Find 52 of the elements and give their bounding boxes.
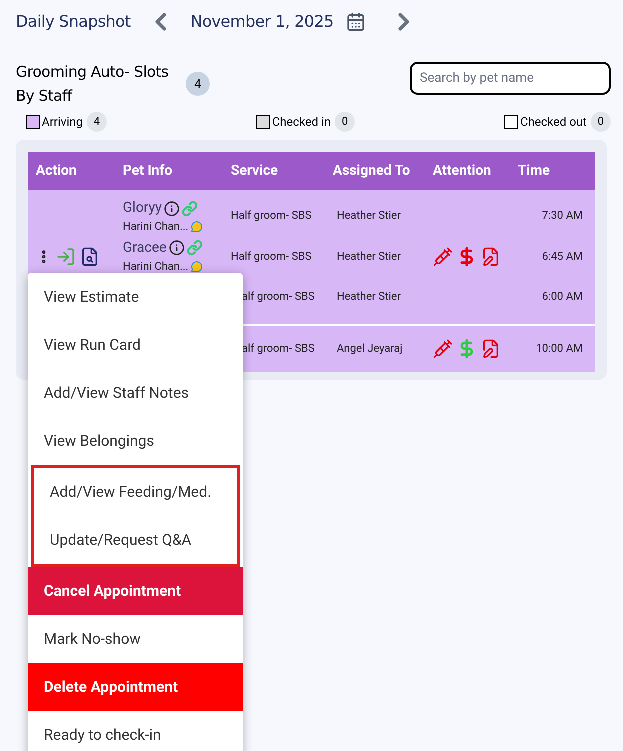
syringe-icon[interactable] bbox=[433, 247, 453, 267]
notes-icon[interactable] bbox=[481, 339, 501, 359]
chat-icon[interactable] bbox=[190, 221, 203, 234]
time-text: 7:30 AM bbox=[542, 208, 583, 224]
column-header: Service bbox=[230, 162, 280, 180]
time-text: 6:45 AM bbox=[542, 248, 583, 265]
column-header: Action bbox=[35, 162, 78, 180]
column-header: Pet Info bbox=[122, 162, 174, 180]
legend-label: Checked in bbox=[272, 114, 332, 131]
legend-count: 0 bbox=[590, 112, 611, 132]
legend-count: 0 bbox=[335, 112, 356, 132]
time-text: 10:00 AM bbox=[536, 340, 583, 357]
legend-count: 4 bbox=[86, 112, 107, 132]
notes-icon[interactable] bbox=[481, 247, 501, 267]
owner-name: Harini Chan... bbox=[123, 219, 189, 235]
menu-item[interactable]: View Estimate bbox=[28, 273, 243, 321]
page-title: Daily Snapshot bbox=[16, 11, 131, 33]
menu-item[interactable]: View Belongings bbox=[28, 417, 243, 465]
date-label: November 1, 2025 bbox=[190, 11, 334, 33]
staff-name: Heather Stier bbox=[337, 289, 402, 306]
chat-icon[interactable] bbox=[190, 260, 203, 273]
staff-name: Heather Stier bbox=[337, 208, 402, 224]
service-text: alf groom- SBS bbox=[241, 340, 316, 357]
staff-name: Angel Jeyaraj bbox=[337, 340, 404, 357]
staff-name: Heather Stier bbox=[337, 248, 402, 265]
column-header: Time bbox=[517, 162, 552, 180]
calendar-icon[interactable] bbox=[346, 12, 366, 32]
legend-label: Arriving bbox=[42, 114, 83, 131]
menu-item[interactable]: Ready to check-in bbox=[28, 711, 243, 751]
column-header: Assigned To bbox=[332, 162, 412, 180]
menu-item[interactable]: View Run Card bbox=[28, 321, 243, 369]
section-title: Grooming Auto- Slots By Staff bbox=[16, 62, 170, 107]
column-header: Attention bbox=[432, 162, 492, 180]
time-text: 6:00 AM bbox=[542, 289, 583, 306]
syringe-icon[interactable] bbox=[433, 339, 453, 359]
count-badge: 4 bbox=[186, 72, 210, 96]
menu-item[interactable]: Add/View Staff Notes bbox=[28, 369, 243, 417]
owner-name: Harini Chan... bbox=[123, 258, 189, 274]
check-in-icon[interactable] bbox=[56, 247, 76, 267]
service-text: Half groom- SBS bbox=[231, 248, 313, 265]
pet-name[interactable]: Gracee bbox=[123, 238, 167, 258]
info-icon[interactable] bbox=[168, 240, 185, 256]
menu-item[interactable]: Delete Appointment bbox=[28, 663, 243, 711]
info-icon[interactable] bbox=[164, 200, 180, 216]
search-field[interactable]: Search by pet name bbox=[410, 62, 611, 95]
menu-item[interactable]: Cancel Appointment bbox=[28, 567, 243, 615]
pet-name[interactable]: Gloryy bbox=[123, 198, 162, 219]
service-text: Half groom- SBS bbox=[231, 208, 313, 224]
legend-label: Checked out bbox=[520, 114, 587, 131]
service-text: alf groom- SBS bbox=[241, 289, 316, 306]
document-icon[interactable] bbox=[80, 247, 100, 267]
menu-item[interactable]: Mark No-show bbox=[28, 615, 243, 663]
